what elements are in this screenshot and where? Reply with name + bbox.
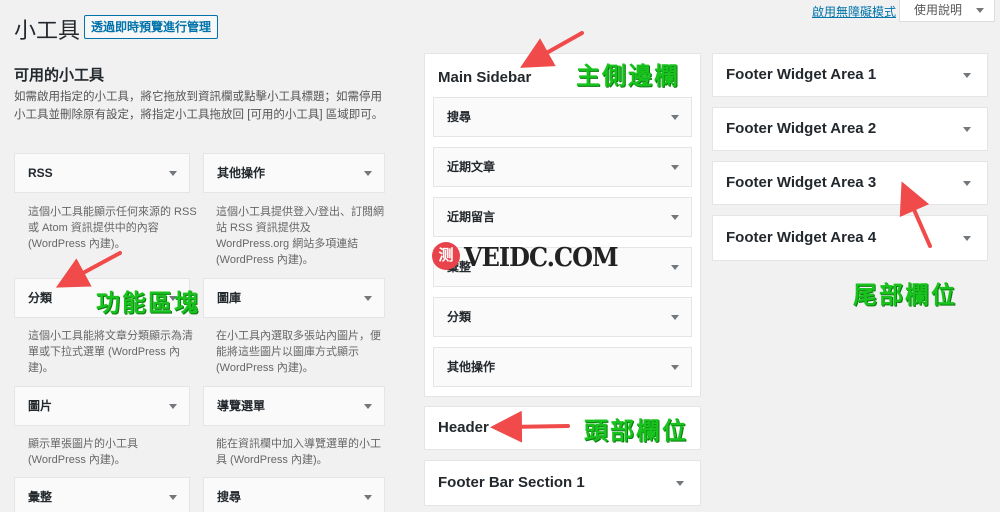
arrow-footer	[899, 181, 932, 248]
arrow-header	[490, 410, 570, 443]
arrow-main-sidebar	[520, 31, 584, 68]
annotation-arrows	[55, 31, 932, 443]
arrow-widget-blocks	[55, 251, 122, 288]
